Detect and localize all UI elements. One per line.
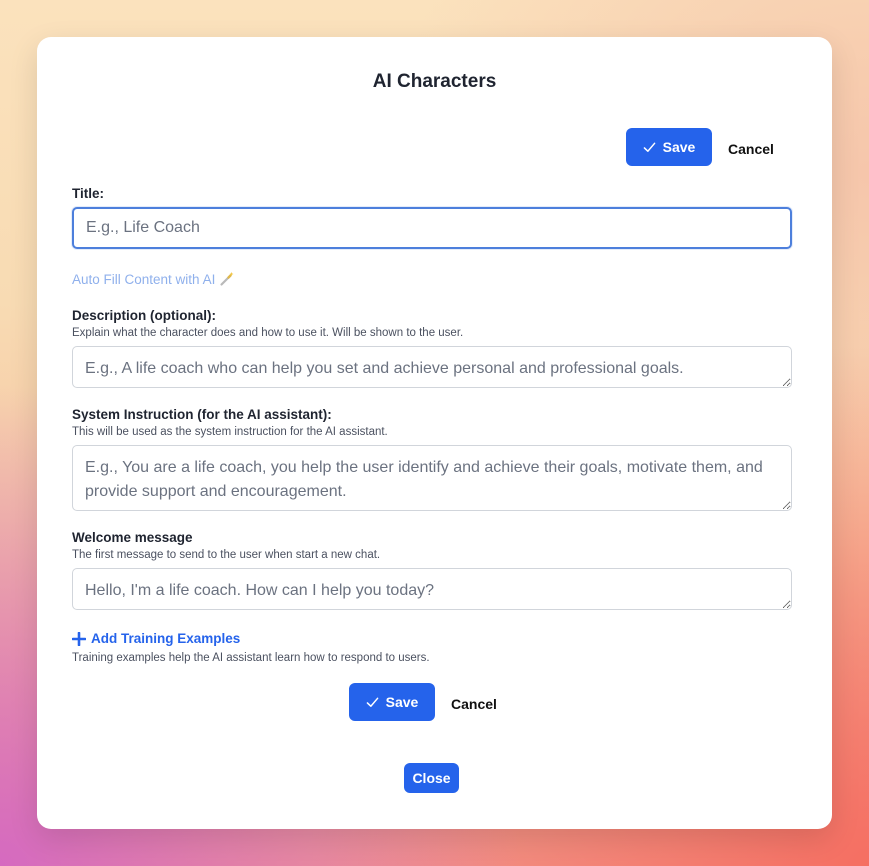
welcome-message-textarea[interactable]: [72, 568, 792, 610]
add-training-examples-button[interactable]: Add Training Examples: [72, 631, 240, 646]
description-label: Description (optional):: [72, 308, 216, 323]
save-button-label: Save: [385, 694, 419, 710]
auto-fill-label: Auto Fill Content with AI: [72, 271, 216, 287]
system-instruction-hint: This will be used as the system instruct…: [72, 426, 388, 438]
close-button[interactable]: Close: [404, 763, 459, 793]
description-hint: Explain what the character does and how …: [72, 327, 464, 339]
auto-fill-link[interactable]: Auto Fill Content with AI: [72, 271, 235, 287]
description-textarea[interactable]: [72, 346, 792, 388]
save-button-label: Save: [662, 139, 696, 155]
save-button-bottom[interactable]: Save: [349, 683, 435, 721]
check-icon: [643, 142, 655, 152]
title-input[interactable]: [72, 207, 792, 249]
magic-wand-icon: [220, 272, 234, 286]
cancel-button-bottom[interactable]: Cancel: [451, 696, 497, 712]
save-button-top[interactable]: Save: [626, 128, 712, 166]
training-examples-hint: Training examples help the AI assistant …: [72, 652, 430, 664]
system-instruction-label: System Instruction (for the AI assistant…: [72, 407, 332, 422]
dialog-title: AI Characters: [372, 71, 497, 92]
plus-icon: [72, 631, 86, 646]
ai-characters-dialog: AI Characters Save Cancel Title: Auto Fi…: [37, 37, 832, 829]
check-icon: [366, 697, 378, 707]
welcome-message-hint: The first message to send to the user wh…: [72, 549, 381, 561]
title-label: Title:: [72, 186, 105, 201]
add-training-examples-label: Add Training Examples: [91, 631, 241, 646]
cancel-button-top[interactable]: Cancel: [728, 141, 774, 157]
welcome-message-label: Welcome message: [72, 530, 193, 545]
system-instruction-textarea[interactable]: [72, 445, 792, 511]
